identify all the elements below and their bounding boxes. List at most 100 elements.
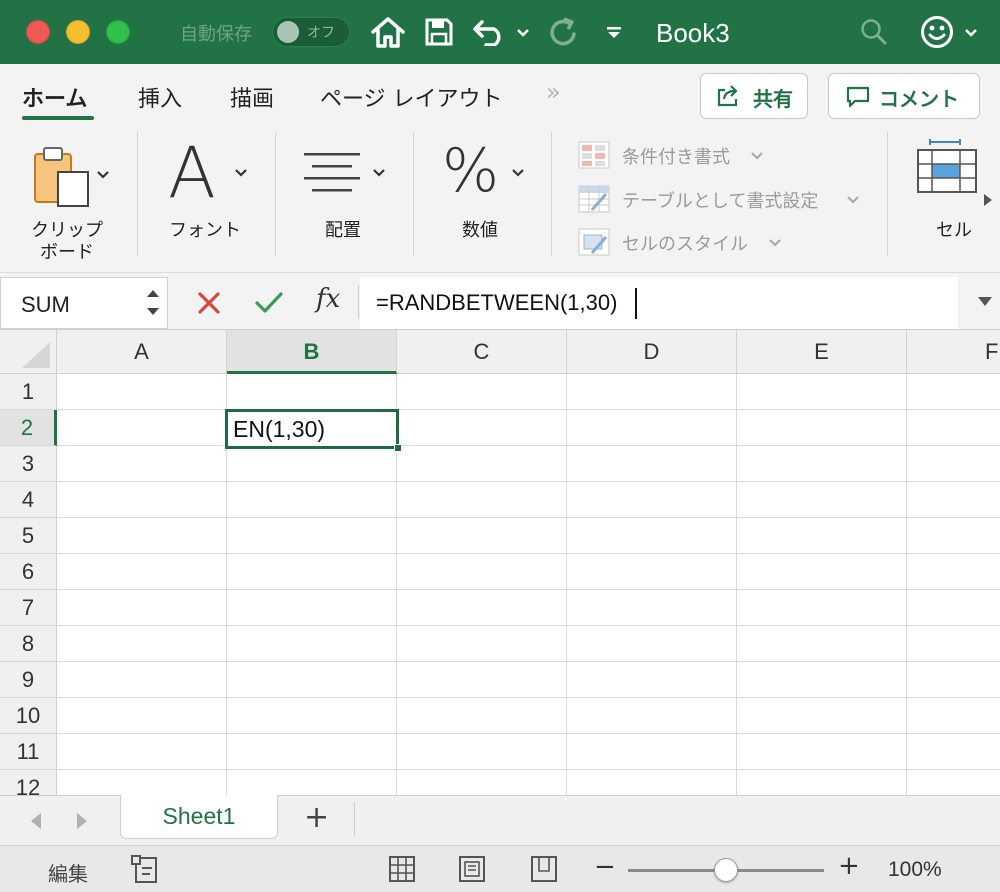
font-chevron-icon: [235, 169, 247, 177]
gridline: [906, 374, 907, 795]
feedback-smiley-icon[interactable]: [920, 15, 954, 49]
tab-draw[interactable]: 描画: [230, 81, 274, 113]
row-header-7[interactable]: 7: [0, 590, 57, 626]
column-header-c[interactable]: C: [397, 330, 567, 374]
cancel-entry-icon[interactable]: [196, 290, 222, 316]
cells-group[interactable]: セル: [912, 136, 982, 262]
workbook-title: Book3: [656, 18, 730, 48]
conditional-format-button[interactable]: 条件付き書式: [578, 140, 878, 172]
expand-formula-bar-icon[interactable]: [977, 296, 993, 308]
row-header-11[interactable]: 11: [0, 734, 57, 770]
row-header-8[interactable]: 8: [0, 626, 57, 662]
row-header-5[interactable]: 5: [0, 518, 57, 554]
tab-insert[interactable]: 挿入: [138, 81, 182, 113]
undo-dropdown-chevron-icon[interactable]: [516, 28, 530, 38]
gridline: [57, 733, 1000, 734]
name-box-value: SUM: [21, 292, 70, 317]
home-icon[interactable]: [370, 15, 406, 49]
autosave-toggle[interactable]: オフ: [272, 17, 350, 47]
sheet-tab-sheet1[interactable]: Sheet1: [120, 795, 278, 839]
clipboard-label-line2: ボード: [40, 242, 94, 263]
row-header-4[interactable]: 4: [0, 482, 57, 518]
gridline: [566, 374, 567, 795]
gridline: [57, 481, 1000, 482]
select-all-corner[interactable]: [0, 330, 57, 374]
zoom-in-button[interactable]: +: [838, 851, 860, 881]
row-header-1[interactable]: 1: [0, 374, 57, 410]
column-header-b[interactable]: B: [227, 330, 397, 374]
customize-toolbar-icon[interactable]: [605, 25, 623, 41]
gridline: [57, 625, 1000, 626]
row-header-6[interactable]: 6: [0, 554, 57, 590]
zoom-slider-knob[interactable]: [714, 858, 738, 882]
gridline: [57, 697, 1000, 698]
ribbon-separator: [137, 132, 138, 256]
gridline: [736, 374, 737, 795]
close-window-button[interactable]: [26, 20, 50, 44]
active-cell-b2[interactable]: EN(1,30): [225, 409, 399, 449]
minimize-window-button[interactable]: [66, 20, 90, 44]
more-tabs-chevron[interactable]: »: [546, 78, 561, 106]
next-sheet-icon[interactable]: [74, 811, 90, 831]
formula-input[interactable]: =RANDBETWEEN(1,30): [360, 277, 958, 329]
ribbon-tabs: ホーム 挿入 描画 ページ レイアウト » 共有 コメント: [0, 64, 1000, 130]
format-as-table-label: テーブルとして書式設定: [622, 191, 819, 212]
tab-page-layout[interactable]: ページ レイアウト: [320, 81, 503, 113]
cells-icon: [917, 139, 977, 193]
page-break-preview-icon[interactable]: [530, 855, 558, 883]
clipboard-group[interactable]: クリップ ボード: [20, 136, 120, 263]
ribbon-separator: [275, 132, 276, 256]
comments-label: コメント: [879, 87, 959, 111]
worksheet-grid[interactable]: A B C D E F 1 2 3 4 5 6 7 8 9 10 11 12 E…: [0, 330, 1000, 795]
ribbon-separator: [887, 132, 888, 256]
column-header-a[interactable]: A: [57, 330, 227, 374]
percent-icon: %: [442, 136, 500, 206]
font-group[interactable]: A フォント: [150, 132, 260, 262]
normal-view-icon[interactable]: [388, 855, 416, 883]
undo-icon[interactable]: [472, 18, 508, 46]
number-group[interactable]: % 数値: [428, 136, 538, 262]
row-header-10[interactable]: 10: [0, 698, 57, 734]
column-header-e[interactable]: E: [737, 330, 907, 374]
comments-button[interactable]: コメント: [828, 73, 980, 119]
previous-sheet-icon[interactable]: [28, 811, 44, 831]
gridline: [57, 409, 1000, 410]
confirm-entry-icon[interactable]: [254, 290, 284, 316]
name-box-stepper-icon[interactable]: [145, 286, 161, 320]
text-cursor: [635, 288, 637, 319]
name-box[interactable]: SUM: [0, 277, 168, 329]
add-sheet-button[interactable]: +: [304, 800, 329, 835]
ribbon-scroll-right-icon[interactable]: [982, 192, 994, 208]
zoom-level[interactable]: 100%: [888, 858, 942, 882]
sheet-tab-bar: Sheet1 +: [0, 795, 1000, 845]
row-header-9[interactable]: 9: [0, 662, 57, 698]
row-header-2[interactable]: 2: [0, 410, 57, 446]
alignment-group[interactable]: 配置: [290, 136, 400, 262]
tab-home[interactable]: ホーム: [22, 81, 87, 113]
share-label: 共有: [753, 87, 793, 111]
redo-icon[interactable]: [548, 16, 580, 48]
column-header-d[interactable]: D: [567, 330, 737, 374]
search-icon[interactable]: [860, 18, 888, 46]
autosave-state: オフ: [307, 25, 335, 41]
insert-function-icon[interactable]: fx: [316, 284, 340, 314]
feedback-chevron-icon[interactable]: [964, 28, 978, 38]
row-header-12[interactable]: 12: [0, 770, 57, 795]
fill-handle[interactable]: [394, 444, 402, 452]
zoom-out-button[interactable]: −: [594, 852, 616, 882]
macro-recorder-icon[interactable]: [130, 854, 166, 886]
share-button[interactable]: 共有: [700, 73, 808, 119]
number-label: 数値: [462, 220, 498, 241]
format-as-table-button[interactable]: テーブルとして書式設定: [578, 184, 878, 216]
page-layout-view-icon[interactable]: [458, 855, 486, 883]
formula-bar: SUM fx =RANDBETWEEN(1,30): [0, 272, 1000, 330]
row-header-3[interactable]: 3: [0, 446, 57, 482]
gridline: [57, 553, 1000, 554]
save-icon[interactable]: [424, 17, 454, 47]
formula-separator: [358, 285, 359, 319]
alignment-label: 配置: [325, 220, 361, 241]
cell-styles-button[interactable]: セルのスタイル: [578, 227, 878, 259]
zoom-window-button[interactable]: [106, 20, 130, 44]
column-header-f[interactable]: F: [907, 330, 1000, 374]
ribbon-home: クリップ ボード A フォント 配置 % 数値 条件付き書式 テーブルとして書式…: [0, 130, 1000, 272]
